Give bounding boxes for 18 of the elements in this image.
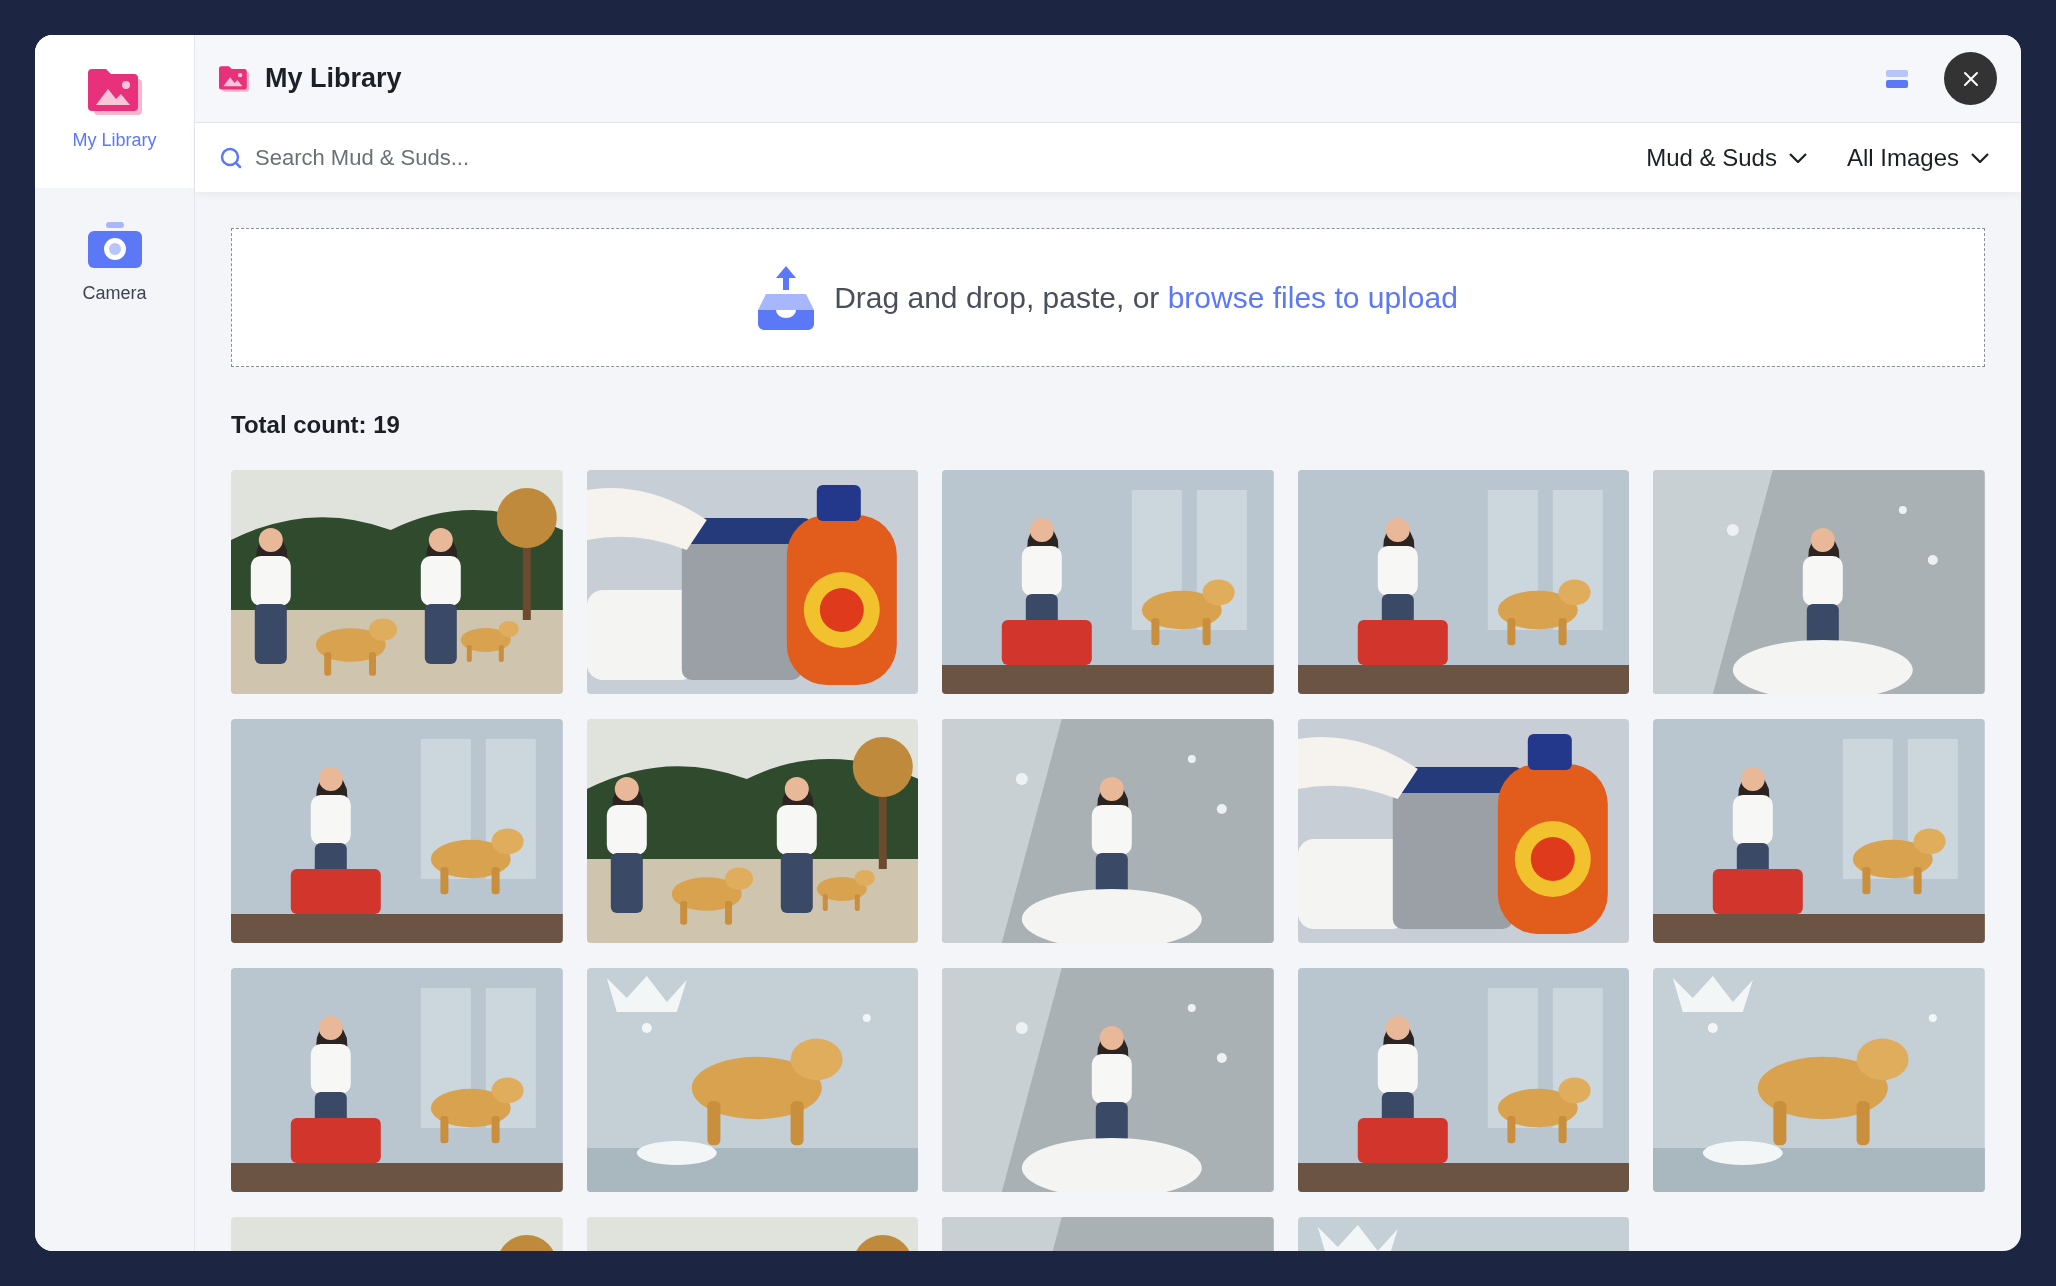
folder-image-icon bbox=[87, 69, 142, 115]
folder-image-icon bbox=[219, 65, 249, 92]
close-button[interactable] bbox=[1944, 52, 1997, 105]
search-input[interactable]: Search Mud & Suds... bbox=[255, 141, 1607, 174]
sidebar-item[interactable]: My Library bbox=[35, 35, 194, 188]
search-icon bbox=[219, 145, 243, 170]
layout-toggle-icon[interactable] bbox=[1886, 69, 1908, 88]
upload-tray-icon bbox=[758, 265, 815, 330]
upload-text: Drag and drop, paste, or browse files to upload bbox=[834, 280, 1458, 316]
total-count: Total count: 19 bbox=[231, 410, 401, 440]
chevron-down-icon bbox=[1788, 152, 1807, 163]
camera-icon bbox=[87, 222, 142, 268]
browse-files-link[interactable]: browse files to upload bbox=[1167, 281, 1458, 314]
chevron-down-icon bbox=[1971, 152, 1989, 163]
upload-dropzone[interactable]: Drag and drop, paste, or browse files to upload bbox=[231, 228, 1985, 367]
header-title: My Library bbox=[265, 62, 402, 96]
filter-dropdown[interactable]: Mud & Suds bbox=[1646, 139, 1807, 176]
filter-dropdown[interactable]: All Images bbox=[1846, 139, 1989, 176]
